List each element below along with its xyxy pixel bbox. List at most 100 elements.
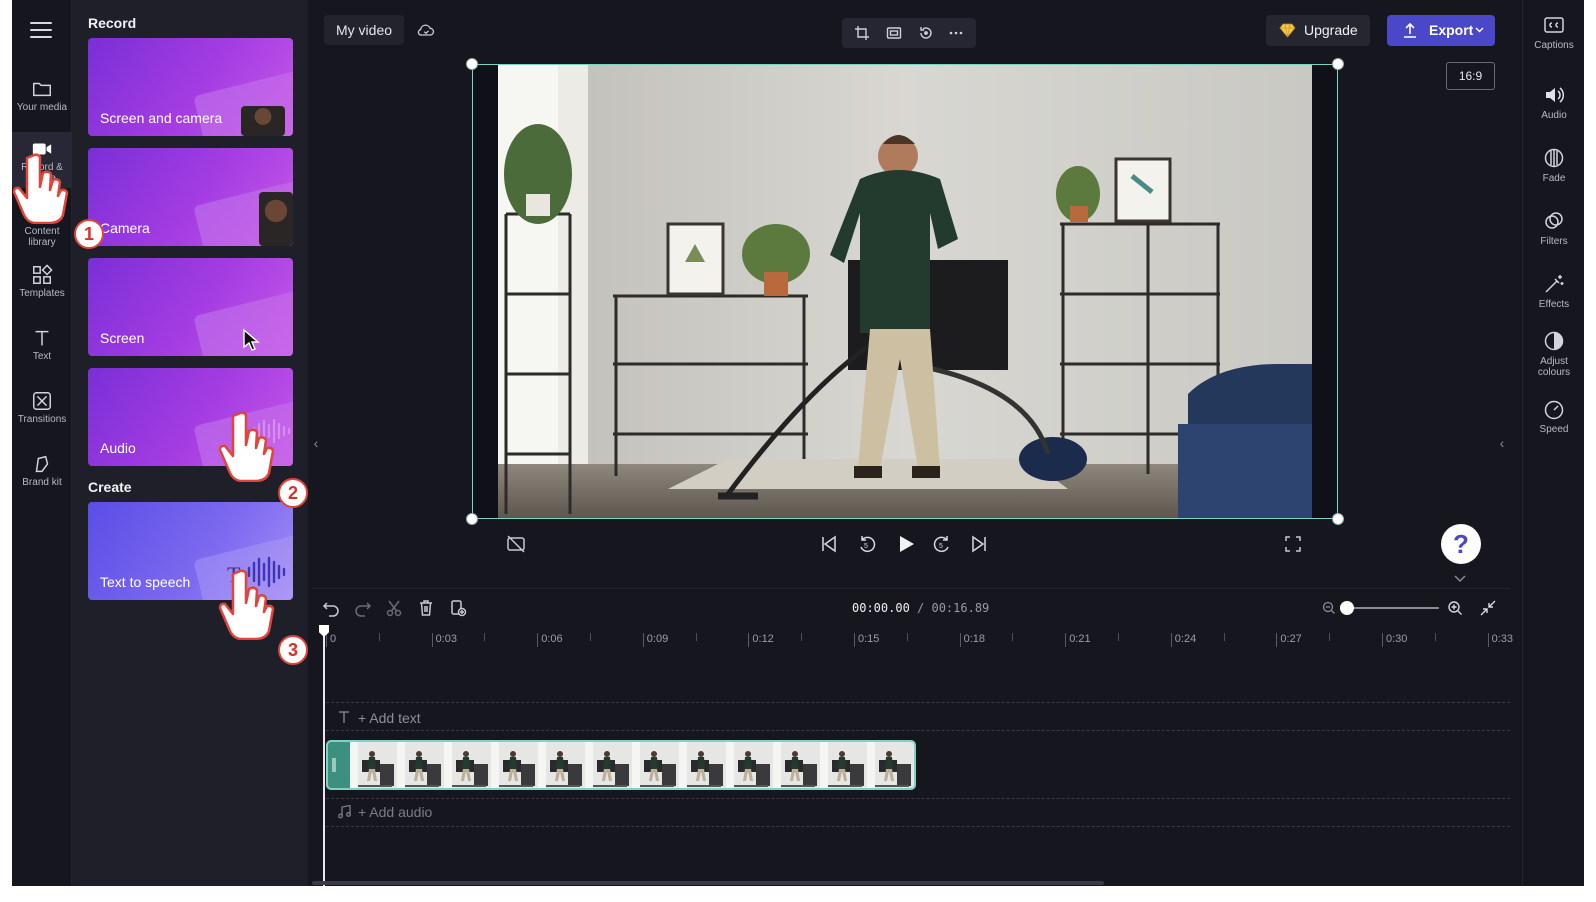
templates-icon: [33, 264, 53, 284]
video-frame-image: [498, 64, 1312, 519]
rail-label: Filters: [1540, 236, 1568, 247]
clip-thumbnail-frame: [679, 742, 727, 788]
rail-item-text[interactable]: Text: [12, 321, 72, 377]
card-label: Screen and camera: [100, 110, 223, 126]
rail-item-filters[interactable]: Filters: [1523, 210, 1584, 247]
playhead[interactable]: [323, 625, 325, 886]
card-camera[interactable]: Camera: [88, 148, 293, 246]
rail-label: Audio: [1541, 110, 1567, 121]
rail-item-your-media[interactable]: Your media: [12, 72, 72, 128]
text-icon: [35, 330, 49, 346]
create-section-title: Create: [88, 479, 132, 495]
callout-badge-2: 2: [278, 478, 308, 508]
zoom-slider-handle[interactable]: [1340, 601, 1354, 615]
rail-item-fade[interactable]: Fade: [1523, 147, 1584, 184]
fullscreen-icon[interactable]: [1283, 534, 1303, 554]
rail-label: Brand kit: [22, 477, 62, 488]
diamond-icon: [1279, 23, 1296, 38]
rail-item-effects[interactable]: Effects: [1523, 273, 1584, 310]
timecode-separator: /: [909, 601, 932, 615]
crop-icon[interactable]: [854, 25, 870, 41]
callout-badge-1: 1: [74, 219, 104, 249]
cursor-arrow-icon: [243, 328, 260, 351]
speaker-icon: [1546, 87, 1565, 103]
callout-badge-3: 3: [278, 635, 308, 665]
rail-item-templates[interactable]: Templates: [12, 258, 72, 314]
video-clip[interactable]: [326, 740, 916, 790]
adjust-colours-icon: [1544, 331, 1564, 351]
play-icon[interactable]: [895, 533, 917, 555]
card-screen[interactable]: Screen: [88, 258, 293, 356]
timeline-horizontal-scrollbar[interactable]: [312, 881, 1104, 885]
left-rail: Your media Record & create Content libra…: [12, 0, 72, 886]
timeline-ruler[interactable]: 0 0:03 0:06 0:09 0:12 0:15 0:18 0:21 0:24 0:27 0:3…: [326, 629, 1513, 649]
ruler-minor-tick: [1118, 633, 1119, 641]
rail-label: Speed: [1539, 424, 1569, 435]
split-scissors-icon[interactable]: [385, 599, 403, 617]
filters-icon: [1545, 212, 1563, 229]
text-track-bottom-border: [326, 730, 1510, 731]
audio-track-top-border: [326, 798, 1510, 799]
resize-handle-bottom-right[interactable]: [1332, 513, 1344, 525]
card-screen-and-camera[interactable]: Screen and camera: [88, 38, 293, 136]
hamburger-menu-icon[interactable]: [30, 22, 52, 38]
ruler-tick-label: 0: [326, 633, 336, 647]
skip-to-end-icon[interactable]: [969, 534, 989, 554]
rail-label: Your media: [16, 102, 68, 113]
zoom-in-icon[interactable]: [1447, 600, 1463, 616]
rail-item-speed[interactable]: Speed: [1523, 398, 1584, 435]
rotate-icon[interactable]: [918, 25, 934, 41]
collapse-panel-chevron-icon[interactable]: ‹: [311, 428, 321, 458]
preview-stage: [472, 64, 1338, 519]
music-note-icon: [338, 805, 351, 819]
duplicate-clip-icon[interactable]: [449, 599, 467, 617]
presenter-thumbnail: [259, 192, 293, 246]
redo-icon[interactable]: [354, 599, 372, 617]
rail-item-transitions[interactable]: Transitions: [12, 384, 72, 440]
add-text-track[interactable]: + Add text: [358, 710, 421, 726]
project-name-field[interactable]: My video: [324, 15, 405, 45]
undo-icon[interactable]: [322, 599, 340, 617]
aspect-ratio-button[interactable]: 16:9: [1446, 62, 1495, 90]
svg-text:5: 5: [864, 543, 868, 550]
record-section-title: Record: [88, 15, 137, 31]
ruler-tick-label: 0:12: [748, 633, 774, 647]
rail-item-adjust-colours[interactable]: Adjust colours: [1523, 330, 1584, 378]
rewind-5s-icon[interactable]: 5: [857, 534, 877, 554]
hide-preview-icon[interactable]: [506, 534, 526, 554]
upgrade-button[interactable]: Upgrade: [1266, 15, 1370, 46]
video-preview[interactable]: [498, 64, 1312, 519]
rail-label: Adjust colours: [1537, 356, 1571, 378]
ruler-tick-label: 0:06: [537, 633, 563, 647]
delete-trash-icon[interactable]: [417, 599, 435, 617]
ruler-tick-label: 0:21: [1065, 633, 1091, 647]
resize-handle-top-right[interactable]: [1332, 58, 1344, 70]
forward-5s-icon[interactable]: 5: [932, 534, 952, 554]
help-button[interactable]: ?: [1441, 524, 1481, 564]
export-button[interactable]: Export: [1387, 15, 1495, 46]
ruler-minor-tick: [906, 633, 908, 641]
rail-item-captions[interactable]: Captions: [1523, 14, 1584, 51]
rail-item-audio[interactable]: Audio: [1523, 84, 1584, 121]
clip-thumbnail-frame: [538, 742, 586, 788]
resize-handle-bottom-left[interactable]: [466, 513, 478, 525]
clip-thumbnail-frame: [444, 742, 492, 788]
cloud-sync-icon[interactable]: [416, 20, 436, 40]
collapse-preview-chevron-icon[interactable]: [1453, 574, 1467, 584]
card-label: Screen: [100, 330, 145, 346]
add-audio-track[interactable]: + Add audio: [358, 804, 432, 820]
more-options-icon[interactable]: [948, 25, 964, 41]
resize-handle-top-left[interactable]: [466, 58, 478, 70]
expand-properties-chevron-icon[interactable]: ‹: [1497, 428, 1507, 458]
chevron-down-icon: [1475, 27, 1484, 33]
fit-frame-icon[interactable]: [886, 25, 902, 41]
total-duration: 00:16.89: [931, 601, 990, 615]
fit-timeline-icon[interactable]: [1479, 599, 1497, 617]
zoom-out-icon[interactable]: [1322, 601, 1336, 615]
presenter-thumbnail: [241, 106, 285, 136]
rail-item-brand-kit[interactable]: Brand kit: [12, 447, 72, 503]
zoom-slider-track[interactable]: [1347, 607, 1439, 609]
skip-to-start-icon[interactable]: [819, 534, 839, 554]
fade-icon: [1544, 148, 1564, 168]
hand-pointer-icon: [218, 569, 275, 640]
